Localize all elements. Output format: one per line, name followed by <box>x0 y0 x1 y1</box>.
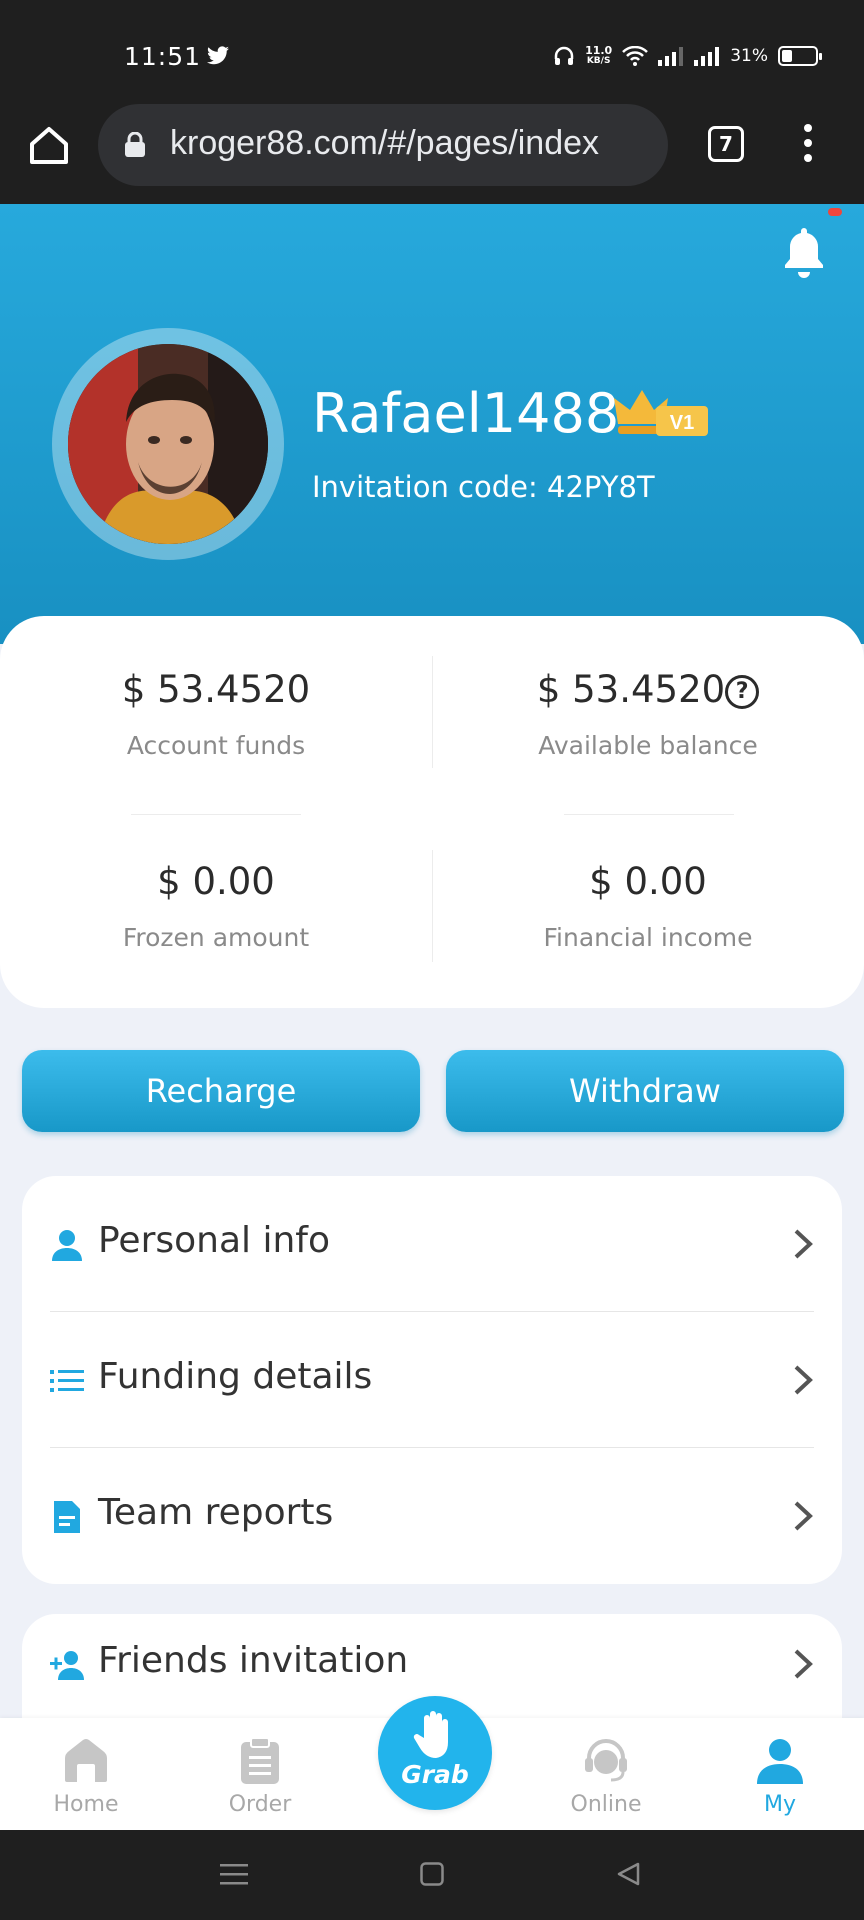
home-icon[interactable] <box>28 124 70 166</box>
battery-icon <box>778 46 822 66</box>
help-icon[interactable]: ? <box>725 675 760 709</box>
customer-service-icon <box>585 1739 627 1782</box>
notification-bell-icon[interactable] <box>780 224 828 280</box>
tab-order[interactable]: Order <box>200 1736 320 1817</box>
available-balance: $ 53.4520? Available balance <box>432 668 864 760</box>
person-icon <box>52 1230 82 1261</box>
vip-level: V1 <box>670 412 694 434</box>
chevron-right-icon <box>794 1649 813 1679</box>
menu-item-label: Personal info <box>98 1220 330 1261</box>
system-nav-bar <box>0 1830 864 1920</box>
account-funds-value: $ 53.4520 <box>121 668 311 711</box>
back-icon[interactable] <box>616 1862 640 1886</box>
headphones-icon <box>554 46 574 65</box>
funds-card: $ 53.4520 Account funds $ 53.4520? Avail… <box>0 616 864 1008</box>
home-nav-icon[interactable] <box>420 1862 444 1886</box>
network-speed-value: 11.0 <box>585 44 613 57</box>
tab-label: Order <box>228 1792 292 1817</box>
avatar-image <box>68 344 268 544</box>
app-root: 11:51 11.0 KB/S 31% kroger88.com/#/pages… <box>0 0 864 1920</box>
add-person-icon <box>50 1651 84 1680</box>
twitter-icon <box>207 46 229 65</box>
notification-dot <box>828 208 842 216</box>
signal-icon <box>694 47 720 66</box>
hand-icon <box>413 1711 448 1758</box>
recent-apps-icon[interactable] <box>220 1862 248 1886</box>
document-icon <box>54 1501 80 1533</box>
network-speed: 11.0 KB/S <box>585 45 612 67</box>
available-balance-value: $ 53.4520? <box>432 668 864 711</box>
grab-button[interactable]: Grab <box>378 1696 492 1810</box>
status-bar: 11:51 11.0 KB/S 31% <box>0 0 864 100</box>
menu-item-funding-details[interactable]: Funding details <box>22 1312 842 1448</box>
chevron-right-icon <box>794 1229 813 1259</box>
chevron-right-icon <box>794 1365 813 1395</box>
tab-online[interactable]: Online <box>546 1736 666 1817</box>
frozen-amount-value: $ 0.00 <box>157 860 275 903</box>
tab-my[interactable]: My <box>720 1736 840 1817</box>
avatar[interactable] <box>68 344 268 544</box>
menu-item-personal-info[interactable]: Personal info <box>22 1176 842 1312</box>
lock-icon <box>125 132 145 157</box>
network-speed-unit: KB/S <box>586 56 611 66</box>
home-icon <box>65 1739 107 1782</box>
address-bar[interactable]: kroger88.com/#/pages/index <box>98 104 668 186</box>
tab-label: Online <box>570 1792 642 1817</box>
clipboard-icon <box>241 1737 279 1784</box>
tab-home[interactable]: Home <box>26 1736 146 1817</box>
wifi-icon <box>622 46 649 66</box>
tab-switcher-button[interactable]: 7 <box>708 126 744 162</box>
signal-icon <box>658 47 684 66</box>
account-funds-label: Account funds <box>126 731 306 760</box>
invitation-code: Invitation code: 42PY8T <box>312 470 655 504</box>
tab-label: My <box>763 1792 796 1817</box>
account-funds: $ 53.4520 Account funds <box>0 668 432 760</box>
url-text[interactable]: kroger88.com/#/pages/index <box>170 124 599 163</box>
menu-item-team-reports[interactable]: Team reports <box>22 1448 842 1584</box>
avatar-ring <box>52 328 284 560</box>
financial-income: $ 0.00 Financial income <box>432 860 864 952</box>
grab-label: Grab <box>401 1760 469 1789</box>
profile-header: Rafael1488 V1 Invitation code: 42PY8T <box>0 204 864 644</box>
frozen-amount-label: Frozen amount <box>122 923 310 952</box>
withdraw-button[interactable]: Withdraw <box>446 1050 844 1132</box>
divider <box>432 656 433 768</box>
account-menu: Personal info Funding details Team repor… <box>22 1176 842 1584</box>
divider <box>432 850 433 962</box>
menu-item-label: Friends invitation <box>98 1640 409 1681</box>
menu-item-label: Funding details <box>98 1356 373 1397</box>
financial-income-value: $ 0.00 <box>589 860 707 903</box>
menu-item-label: Team reports <box>98 1492 334 1533</box>
tab-label: Home <box>53 1792 119 1817</box>
username: Rafael1488 <box>312 382 620 445</box>
available-balance-amount: $ 53.4520 <box>536 668 726 711</box>
chevron-right-icon <box>794 1501 813 1531</box>
user-icon <box>757 1739 803 1784</box>
list-icon <box>50 1370 84 1392</box>
page-content: Rafael1488 V1 Invitation code: 42PY8T $ … <box>0 204 864 1830</box>
more-menu-icon[interactable] <box>804 124 812 166</box>
divider <box>131 814 301 815</box>
recharge-button[interactable]: Recharge <box>22 1050 420 1132</box>
financial-income-label: Financial income <box>543 923 753 952</box>
browser-toolbar: kroger88.com/#/pages/index 7 <box>0 100 864 204</box>
battery-percent: 31% <box>730 46 768 66</box>
battery-level <box>782 50 792 62</box>
system-icons: 11.0 KB/S 31% <box>553 42 822 70</box>
available-balance-label: Available balance <box>538 731 758 760</box>
vip-crown-icon: V1 <box>614 390 708 436</box>
status-time: 11:51 <box>124 42 202 71</box>
frozen-amount: $ 0.00 Frozen amount <box>0 860 432 952</box>
divider <box>564 814 734 815</box>
